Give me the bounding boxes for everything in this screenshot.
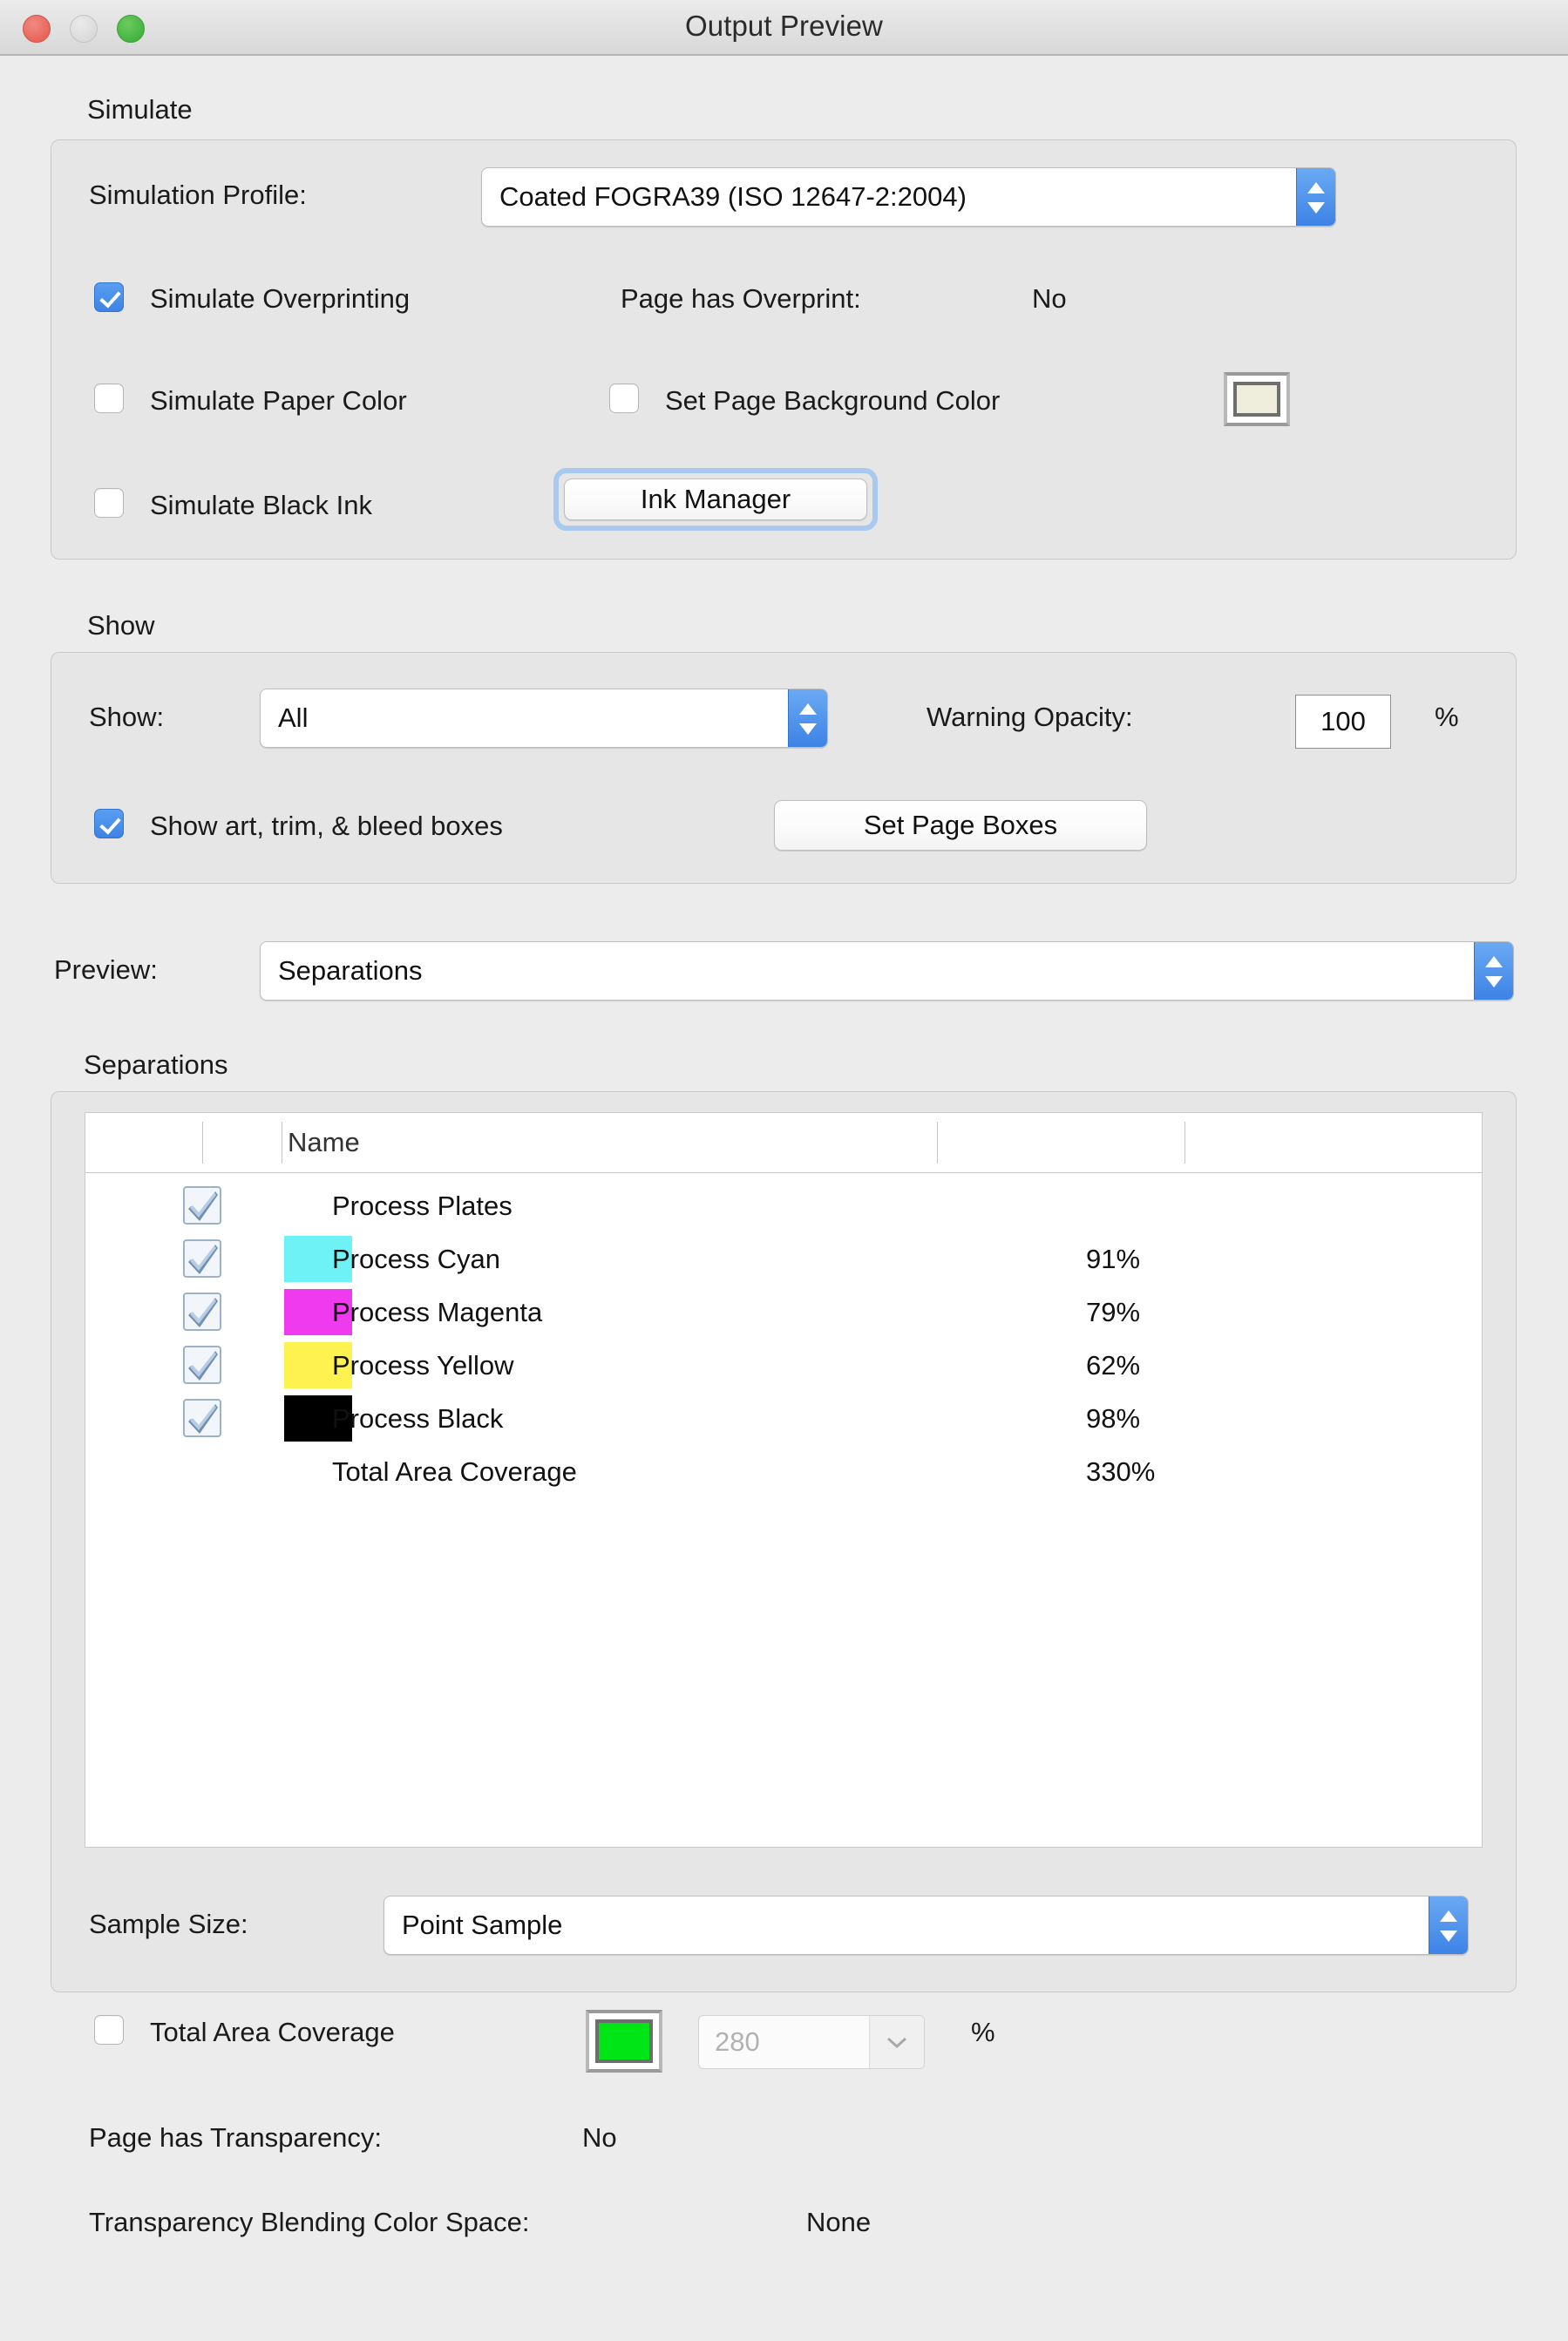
simulation-profile-value: Coated FOGRA39 (ISO 12647-2:2004)	[499, 181, 967, 213]
separation-name: Process Plates	[332, 1191, 512, 1222]
simulation-profile-select[interactable]: Coated FOGRA39 (ISO 12647-2:2004)	[481, 167, 1336, 227]
separation-percent: 91%	[1086, 1244, 1140, 1275]
page-background-color-well[interactable]	[1224, 372, 1290, 426]
total-area-coverage-threshold-combo[interactable]: 280	[698, 2015, 925, 2069]
separation-name: Process Black	[332, 1403, 503, 1435]
column-divider	[937, 1122, 938, 1164]
set-page-boxes-button[interactable]: Set Page Boxes	[774, 800, 1147, 851]
separations-table[interactable]: Name Process Plates Process Cyan 91% Proc…	[85, 1112, 1483, 1848]
simulation-profile-label: Simulation Profile:	[89, 180, 307, 211]
table-row[interactable]: Process Cyan 91%	[85, 1232, 1482, 1286]
aqua-check-icon	[181, 1397, 223, 1439]
output-preview-window: Output Preview Simulate Simulation Profi…	[0, 0, 1568, 2341]
column-divider	[202, 1122, 203, 1164]
preview-value: Separations	[278, 955, 422, 987]
page-has-overprint-value: No	[1032, 283, 1067, 315]
show-boxes-checkbox[interactable]	[94, 809, 124, 838]
separations-table-header: Name	[85, 1113, 1482, 1173]
simulate-black-ink-label: Simulate Black Ink	[150, 490, 372, 521]
table-row[interactable]: Process Plates	[85, 1179, 1482, 1232]
separation-percent: 98%	[1086, 1403, 1140, 1435]
chevron-updown-icon	[1429, 1897, 1468, 1954]
page-has-overprint-label: Page has Overprint:	[621, 283, 861, 315]
show-label: Show:	[89, 702, 164, 733]
set-page-background-color-label: Set Page Background Color	[665, 385, 1000, 417]
transparency-blending-label: Transparency Blending Color Space:	[89, 2207, 529, 2238]
show-boxes-label: Show art, trim, & bleed boxes	[150, 811, 503, 842]
show-value: All	[278, 702, 308, 734]
window-titlebar: Output Preview	[0, 0, 1568, 56]
ink-manager-button[interactable]: Ink Manager	[564, 478, 867, 520]
sample-size-value: Point Sample	[402, 1910, 562, 1941]
table-row[interactable]: Process Black 98%	[85, 1392, 1482, 1445]
warning-opacity-label: Warning Opacity:	[927, 702, 1133, 733]
warning-opacity-input[interactable]: 100	[1295, 695, 1391, 749]
show-select[interactable]: All	[260, 689, 828, 748]
sample-size-select[interactable]: Point Sample	[384, 1896, 1469, 1955]
total-area-coverage-threshold-value: 280	[715, 2026, 760, 2058]
separation-visibility-checkbox[interactable]	[181, 1184, 223, 1226]
aqua-check-icon	[181, 1184, 223, 1226]
simulate-paper-color-checkbox[interactable]	[94, 383, 124, 413]
chevron-down-icon	[869, 2016, 924, 2068]
table-row[interactable]: Total Area Coverage 330%	[85, 1445, 1482, 1498]
separation-name: Process Cyan	[332, 1244, 500, 1275]
separation-percent: 330%	[1086, 1456, 1155, 1488]
separation-visibility-checkbox[interactable]	[181, 1291, 223, 1333]
warning-opacity-unit: %	[1435, 702, 1459, 733]
set-page-background-color-checkbox[interactable]	[609, 383, 639, 413]
aqua-check-icon	[181, 1291, 223, 1333]
preview-label: Preview:	[54, 954, 158, 986]
table-row[interactable]: Process Yellow 62%	[85, 1339, 1482, 1392]
total-area-coverage-unit: %	[971, 2017, 995, 2048]
transparency-blending-value: None	[806, 2207, 871, 2238]
page-has-transparency-label: Page has Transparency:	[89, 2122, 382, 2154]
column-divider	[1184, 1122, 1185, 1164]
aqua-check-icon	[181, 1344, 223, 1386]
page-background-color-swatch	[1233, 382, 1280, 417]
separation-visibility-checkbox[interactable]	[181, 1344, 223, 1386]
simulate-black-ink-checkbox[interactable]	[94, 488, 124, 518]
separation-percent: 79%	[1086, 1297, 1140, 1328]
total-area-coverage-label: Total Area Coverage	[150, 2017, 395, 2048]
separation-name: Process Yellow	[332, 1350, 514, 1381]
table-row[interactable]: Process Magenta 79%	[85, 1286, 1482, 1339]
total-area-coverage-color-swatch	[595, 2019, 653, 2063]
show-group-label: Show	[87, 610, 155, 641]
separation-percent: 62%	[1086, 1350, 1140, 1381]
total-area-coverage-color-well[interactable]	[586, 2010, 662, 2073]
simulate-group-label: Simulate	[87, 94, 193, 126]
chevron-updown-icon	[788, 689, 827, 747]
preview-select[interactable]: Separations	[260, 941, 1514, 1001]
total-area-coverage-checkbox[interactable]	[94, 2015, 124, 2045]
window-title: Output Preview	[0, 10, 1568, 43]
simulate-paper-color-label: Simulate Paper Color	[150, 385, 407, 417]
simulate-overprinting-label: Simulate Overprinting	[150, 283, 410, 315]
separation-name: Total Area Coverage	[332, 1456, 577, 1488]
chevron-updown-icon	[1296, 168, 1335, 226]
separation-name: Process Magenta	[332, 1297, 542, 1328]
separations-section-label: Separations	[84, 1049, 227, 1081]
aqua-check-icon	[181, 1238, 223, 1279]
page-has-transparency-value: No	[582, 2122, 617, 2154]
sample-size-label: Sample Size:	[89, 1909, 248, 1940]
separation-visibility-checkbox[interactable]	[181, 1397, 223, 1439]
chevron-updown-icon	[1474, 942, 1513, 1000]
simulate-overprinting-checkbox[interactable]	[94, 282, 124, 312]
column-header-name: Name	[288, 1127, 360, 1158]
separation-visibility-checkbox[interactable]	[181, 1238, 223, 1279]
